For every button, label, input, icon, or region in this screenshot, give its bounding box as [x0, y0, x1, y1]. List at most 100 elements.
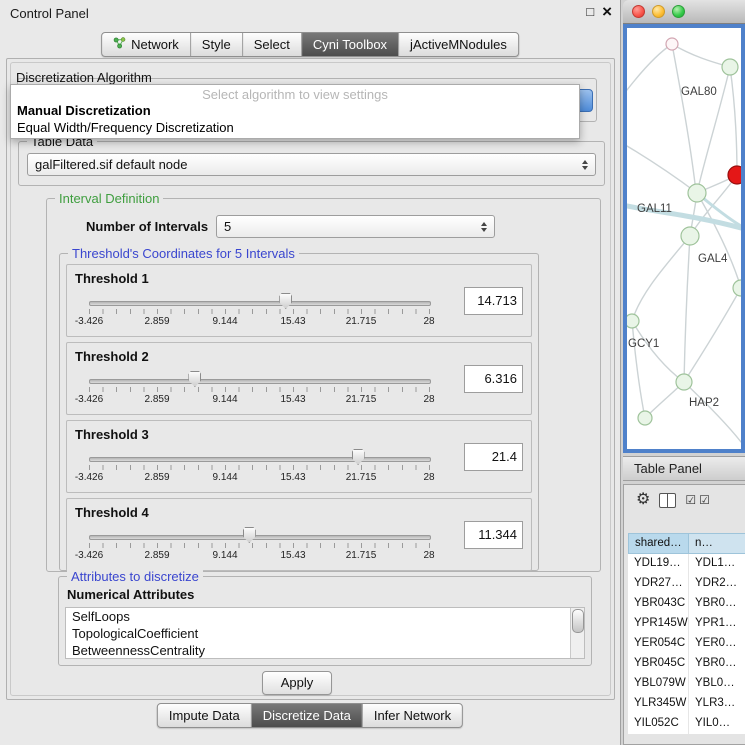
table-cell[interactable]: YBR0…	[689, 654, 745, 674]
bottom-tab-infer-network[interactable]: Infer Network	[363, 704, 462, 727]
table-cell[interactable]: YER054C	[628, 634, 689, 654]
table-cell[interactable]: YBR0…	[689, 594, 745, 614]
checkbox-icon[interactable]: ☑	[685, 493, 696, 507]
network-canvas[interactable]: GAL80GAL11GAL4GCY1HAP2	[623, 24, 745, 453]
table-row[interactable]: YBL079WYBL0…	[628, 674, 745, 694]
threshold-slider[interactable]: -3.4262.8599.14415.4321.71528	[89, 447, 429, 489]
table-cell[interactable]: YBL0…	[689, 674, 745, 694]
tab-jactivemnodules[interactable]: jActiveMNodules	[399, 33, 518, 56]
slider-handle[interactable]	[352, 449, 365, 465]
table-cell[interactable]: YDR27…	[628, 574, 689, 594]
node-label-gal11: GAL11	[637, 203, 672, 215]
threshold-value-field[interactable]: 21.4	[464, 443, 523, 471]
zoom-traffic-light-icon[interactable]	[672, 5, 685, 18]
list-item-topologicalcoefficient[interactable]: TopologicalCoefficient	[66, 625, 584, 642]
table-cell[interactable]: YDR2…	[689, 574, 745, 594]
network-node-pink[interactable]	[666, 38, 678, 50]
threshold-slider[interactable]: -3.4262.8599.14415.4321.71528	[89, 291, 429, 333]
network-edge	[730, 67, 737, 175]
network-edge	[672, 44, 696, 192]
table-panel-header[interactable]: Table Panel	[623, 456, 745, 481]
tab-style[interactable]: Style	[191, 33, 243, 56]
table-cell[interactable]: YPR145W	[628, 614, 689, 634]
table-cell[interactable]: YBR043C	[628, 594, 689, 614]
tab-cyni-toolbox[interactable]: Cyni Toolbox	[302, 33, 399, 56]
tab-network[interactable]: Network	[102, 33, 191, 56]
network-node-green[interactable]	[638, 411, 652, 425]
table-cell[interactable]: YLR345W	[628, 694, 689, 714]
table-row[interactable]: YBR043CYBR0…	[628, 594, 745, 614]
checkbox-icon[interactable]: ☑	[699, 493, 710, 507]
table-cell[interactable]: YIL052C	[628, 714, 689, 734]
network-node-green[interactable]	[627, 314, 639, 328]
attributes-scrollbar[interactable]	[570, 608, 584, 658]
table-row[interactable]: YBR045CYBR0…	[628, 654, 745, 674]
columns-icon[interactable]	[659, 493, 676, 508]
attributes-groupbox: Attributes to discretize Numerical Attri…	[58, 576, 592, 666]
tick-label: 15.43	[280, 316, 305, 327]
tick-label: 21.715	[346, 394, 377, 405]
table-cell[interactable]: YBR045C	[628, 654, 689, 674]
network-node-red[interactable]	[728, 166, 741, 184]
table-cell[interactable]: YBL079W	[628, 674, 689, 694]
list-item-selfloops[interactable]: SelfLoops	[66, 608, 584, 625]
attributes-list[interactable]: SelfLoopsTopologicalCoefficientBetweenne…	[65, 607, 585, 659]
table-cell[interactable]: YDL1…	[689, 554, 745, 574]
list-item-betweennesscentrality[interactable]: BetweennessCentrality	[66, 642, 584, 659]
table-row[interactable]: YLR345WYLR3…	[628, 694, 745, 714]
table-cell[interactable]: YLR3…	[689, 694, 745, 714]
slider-track[interactable]	[89, 457, 431, 462]
table-data-combo[interactable]: galFiltered.sif default node	[27, 153, 596, 176]
minimize-icon[interactable]: □	[586, 4, 594, 19]
close-icon[interactable]: ×	[602, 3, 612, 20]
node-label-gal4: GAL4	[698, 253, 728, 265]
slider-ticks	[89, 465, 430, 470]
table-cell[interactable]: YDL19…	[628, 554, 689, 574]
algorithm-dropdown: Select algorithm to view settings Manual…	[10, 84, 580, 139]
table-cell[interactable]: YER0…	[689, 634, 745, 654]
slider-handle[interactable]	[279, 293, 292, 309]
dropdown-option-equal-width-frequency-discretization[interactable]: Equal Width/Frequency Discretization	[11, 119, 579, 136]
table-cell[interactable]: YIL0…	[689, 714, 745, 734]
slider-track[interactable]	[89, 535, 431, 540]
tab-select[interactable]: Select	[243, 33, 302, 56]
slider-track[interactable]	[89, 379, 431, 384]
threshold-value-field[interactable]: 6.316	[464, 365, 523, 393]
number-of-intervals-combo[interactable]: 5	[216, 215, 495, 238]
gear-icon[interactable]: ⚙	[636, 492, 650, 508]
table-row[interactable]: YPR145WYPR1…	[628, 614, 745, 634]
column-header-shared-name[interactable]: shared…	[628, 533, 689, 554]
table-row[interactable]: YER054CYER0…	[628, 634, 745, 654]
scrollbar-thumb[interactable]	[572, 609, 584, 633]
network-node-green[interactable]	[681, 227, 699, 245]
node-label-hap2: HAP2	[689, 397, 719, 409]
threshold-value-field[interactable]: 11.344	[464, 521, 523, 549]
threshold-slider[interactable]: -3.4262.8599.14415.4321.71528	[89, 525, 429, 567]
tick-label: 2.859	[144, 472, 169, 483]
column-header-name[interactable]: n…	[689, 533, 745, 554]
bottom-tab-discretize-data[interactable]: Discretize Data	[252, 704, 363, 727]
close-traffic-light-icon[interactable]	[632, 5, 645, 18]
slider-tick-labels: -3.4262.8599.14415.4321.71528	[89, 472, 429, 484]
network-edge	[627, 44, 672, 90]
table-cell[interactable]: YPR1…	[689, 614, 745, 634]
minimize-traffic-light-icon[interactable]	[652, 5, 665, 18]
table-row[interactable]: YIL052CYIL0…	[628, 714, 745, 734]
slider-handle[interactable]	[243, 527, 256, 543]
network-node-green[interactable]	[688, 184, 706, 202]
threshold-value-field[interactable]: 14.713	[464, 287, 523, 315]
network-node-green[interactable]	[676, 374, 692, 390]
network-titlebar[interactable]	[623, 0, 745, 24]
table-row[interactable]: YDR27…YDR2…	[628, 574, 745, 594]
dropdown-option-manual-discretization[interactable]: Manual Discretization	[11, 102, 579, 119]
network-node-green[interactable]	[722, 59, 738, 75]
slider-handle[interactable]	[188, 371, 201, 387]
apply-button[interactable]: Apply	[262, 671, 332, 695]
table-row[interactable]: YDL19…YDL1…	[628, 554, 745, 574]
attributes-items: SelfLoopsTopologicalCoefficientBetweenne…	[66, 608, 584, 659]
slider-track[interactable]	[89, 301, 431, 306]
threshold-slider[interactable]: -3.4262.8599.14415.4321.71528	[89, 369, 429, 411]
bottom-tab-impute-data[interactable]: Impute Data	[158, 704, 252, 727]
network-node-green[interactable]	[733, 280, 741, 296]
slider-tick-labels: -3.4262.8599.14415.4321.71528	[89, 394, 429, 406]
